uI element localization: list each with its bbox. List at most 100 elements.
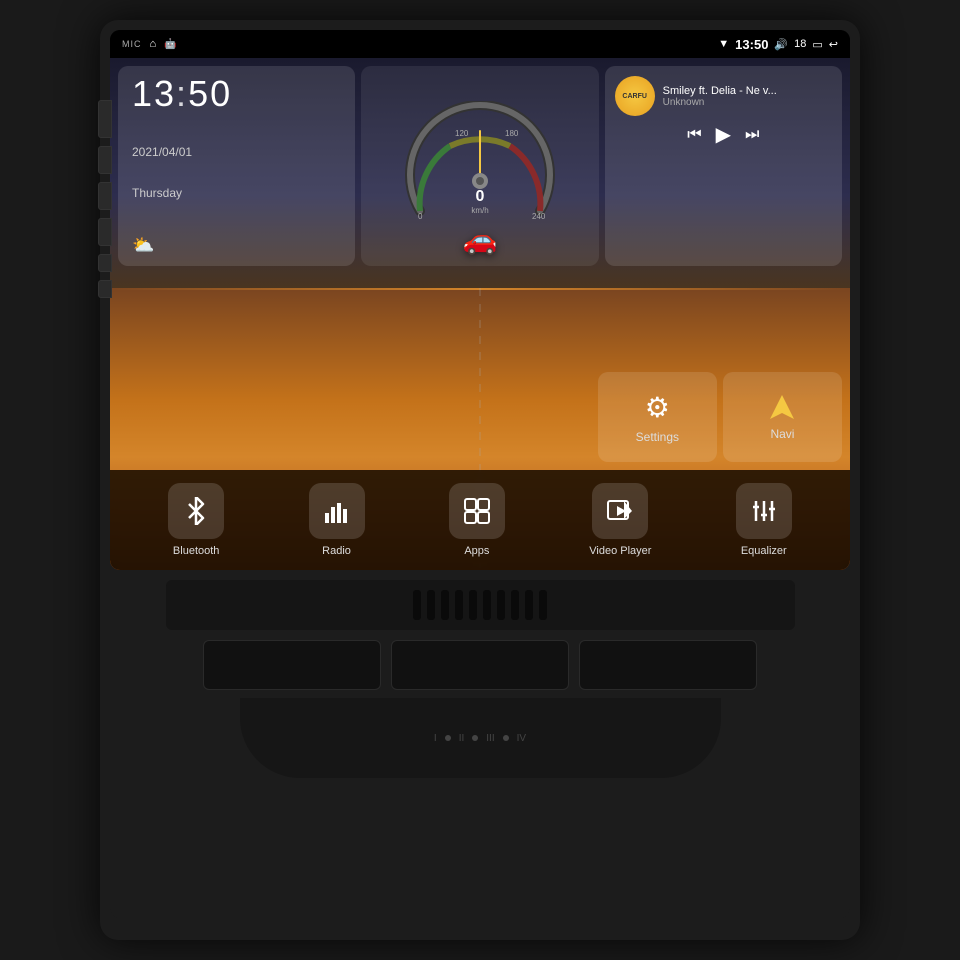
side-btn-power[interactable] xyxy=(98,146,112,174)
vent-slot xyxy=(441,590,449,620)
status-left: MIC ⌂ 🤖 xyxy=(122,38,177,50)
mic-label: MIC xyxy=(122,39,142,49)
vent-slot xyxy=(525,590,533,620)
music-logo: CARFU xyxy=(615,76,655,116)
equalizer-label: Equalizer xyxy=(741,545,787,557)
vent-slot xyxy=(539,590,547,620)
android-icon: 🤖 xyxy=(164,39,176,50)
video-icon-box xyxy=(592,483,648,539)
bluetooth-label: Bluetooth xyxy=(173,545,219,557)
status-bar: MIC ⌂ 🤖 ▼ 13:50 🔊 18 ▭ ↩ xyxy=(110,30,850,58)
prev-button[interactable]: ⏮ xyxy=(687,126,701,144)
control-btn-3[interactable] xyxy=(579,640,757,690)
bottom-panel: I II III IV xyxy=(240,698,721,778)
dashboard-bottom: I II III IV xyxy=(110,570,850,920)
svg-text:0: 0 xyxy=(418,212,423,221)
svg-text:180: 180 xyxy=(505,129,519,138)
status-right: ▼ 13:50 🔊 18 ▭ ↩ xyxy=(718,37,838,52)
speedometer-widget: 0 120 180 240 0 km/h 🚗 xyxy=(361,66,598,266)
bluetooth-app[interactable]: Bluetooth xyxy=(168,483,224,557)
bottom-right-widgets: ⚙ Settings Navi xyxy=(598,372,842,462)
radio-app[interactable]: Radio xyxy=(309,483,365,557)
music-logo-text: CARFU xyxy=(622,93,647,100)
play-button[interactable]: ▶ xyxy=(716,122,731,147)
music-title: Smiley ft. Delia - Ne v... xyxy=(663,85,832,97)
clock-day: Thursday xyxy=(132,186,341,200)
vent-slot xyxy=(511,590,519,620)
equalizer-icon xyxy=(750,497,778,525)
side-btn-back[interactable] xyxy=(98,218,112,246)
music-widget: CARFU Smiley ft. Delia - Ne v... Unknown… xyxy=(605,66,842,266)
dial-marks: I II III IV xyxy=(434,733,526,744)
battery-level: 18 xyxy=(794,38,806,50)
app-bar: Bluetooth Radio xyxy=(110,470,850,570)
video-app[interactable]: Video Player xyxy=(589,483,651,557)
speedo-svg: 0 120 180 240 0 km/h xyxy=(400,101,560,231)
settings-icon: ⚙ xyxy=(645,391,670,424)
screen: MIC ⌂ 🤖 ▼ 13:50 🔊 18 ▭ ↩ xyxy=(110,30,850,570)
next-button[interactable]: ⏭ xyxy=(745,126,759,144)
music-top: CARFU Smiley ft. Delia - Ne v... Unknown xyxy=(615,76,832,116)
dial-mark-4: IV xyxy=(517,733,526,744)
clock-date: 2021/04/01 xyxy=(132,145,341,159)
music-artist: Unknown xyxy=(663,97,832,108)
apps-label: Apps xyxy=(464,545,489,557)
settings-label: Settings xyxy=(636,430,679,444)
bluetooth-icon xyxy=(182,497,210,525)
side-btn-home[interactable] xyxy=(98,182,112,210)
horizon xyxy=(110,288,850,290)
car-icon: 🚗 xyxy=(463,223,498,256)
vent-slot xyxy=(455,590,463,620)
settings-widget[interactable]: ⚙ Settings xyxy=(598,372,717,462)
apps-icon-box xyxy=(449,483,505,539)
vent-slot xyxy=(483,590,491,620)
navi-icon xyxy=(768,393,796,421)
equalizer-icon-box xyxy=(736,483,792,539)
video-icon xyxy=(606,497,634,525)
music-info: Smiley ft. Delia - Ne v... Unknown xyxy=(663,85,832,108)
top-widgets: 13:50 2021/04/01 Thursday ⛅ xyxy=(118,66,842,266)
side-btn-rst[interactable] xyxy=(98,100,112,138)
equalizer-app[interactable]: Equalizer xyxy=(736,483,792,557)
music-controls: ⏮ ▶ ⏭ xyxy=(615,122,832,147)
device: MIC ⌂ 🤖 ▼ 13:50 🔊 18 ▭ ↩ xyxy=(100,20,860,940)
controls-row xyxy=(203,640,758,690)
vent-slot xyxy=(469,590,477,620)
control-btn-2[interactable] xyxy=(391,640,569,690)
clock-weather: ⛅ xyxy=(132,235,341,256)
clock-colon: : xyxy=(176,73,188,114)
back-icon[interactable]: ↩ xyxy=(829,38,838,51)
side-buttons xyxy=(98,100,112,298)
side-btn-vol-down[interactable] xyxy=(98,280,112,298)
home-icon[interactable]: ⌂ xyxy=(150,38,157,50)
apps-icon xyxy=(463,497,491,525)
radio-icon-box xyxy=(309,483,365,539)
video-label: Video Player xyxy=(589,545,651,557)
apps-app[interactable]: Apps xyxy=(449,483,505,557)
vent-slot xyxy=(427,590,435,620)
dial-mark-1: I xyxy=(434,733,437,744)
dial-mark-3: III xyxy=(486,733,494,744)
battery-icon: ▭ xyxy=(812,38,822,51)
svg-text:120: 120 xyxy=(455,129,469,138)
control-btn-1[interactable] xyxy=(203,640,381,690)
clock-time: 13:50 xyxy=(132,76,341,112)
dial-dot-3 xyxy=(503,735,509,741)
speed-unit: km/h xyxy=(471,206,488,215)
navi-label: Navi xyxy=(770,427,794,441)
wifi-icon: ▼ xyxy=(718,38,729,50)
vent-area xyxy=(166,580,795,630)
svg-text:240: 240 xyxy=(532,212,546,221)
dial-mark-2: II xyxy=(459,733,465,744)
clock-hours: 13 xyxy=(132,73,176,114)
radio-label: Radio xyxy=(322,545,351,557)
weather-icon: ⛅ xyxy=(132,235,154,256)
navi-widget[interactable]: Navi xyxy=(723,372,842,462)
vent-slots xyxy=(413,590,547,620)
bluetooth-icon-box xyxy=(168,483,224,539)
vent-slot xyxy=(413,590,421,620)
dial-dot-2 xyxy=(472,735,478,741)
clock-widget: 13:50 2021/04/01 Thursday ⛅ xyxy=(118,66,355,266)
side-btn-vol-up[interactable] xyxy=(98,254,112,272)
clock-minutes: 50 xyxy=(188,73,232,114)
